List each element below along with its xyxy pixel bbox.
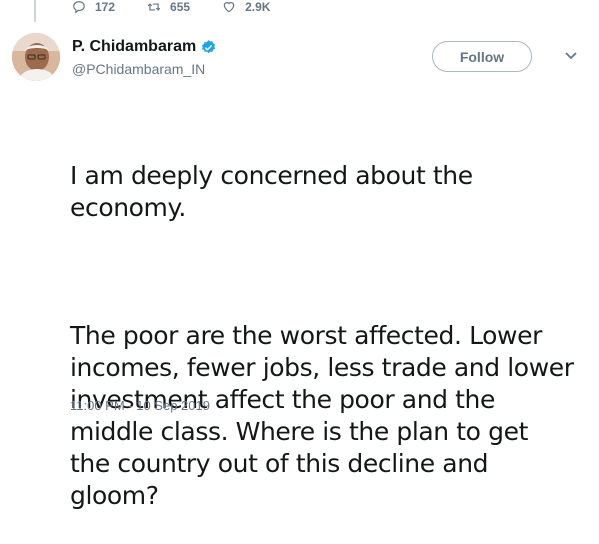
tweet-timestamp[interactable]: 11:00 PM - 10 Sep 2019 xyxy=(70,398,210,413)
retweet-action[interactable]: 655 xyxy=(147,0,190,14)
tweet-body: I am deeply concerned about the economy.… xyxy=(70,96,585,544)
heart-icon xyxy=(223,2,235,13)
tweet-paragraph: I am deeply concerned about the economy. xyxy=(70,161,473,222)
avatar-image xyxy=(12,33,60,81)
display-name-row: P. Chidambaram xyxy=(72,36,217,58)
verified-badge-icon xyxy=(202,39,216,53)
previous-tweet-actions: 172 655 2.9K xyxy=(72,0,302,14)
reply-icon xyxy=(73,1,85,14)
like-count: 2.9K xyxy=(245,0,271,14)
reply-count: 172 xyxy=(95,0,116,14)
display-name[interactable]: P. Chidambaram xyxy=(72,38,196,56)
follow-button[interactable]: Follow xyxy=(432,41,532,72)
retweet-icon xyxy=(147,3,161,11)
chevron-down-icon[interactable] xyxy=(563,50,579,62)
avatar[interactable] xyxy=(12,33,60,81)
user-handle[interactable]: @PChidambaram_IN xyxy=(72,61,217,77)
tweet-paragraph: The poor are the worst affected. Lower i… xyxy=(70,321,574,510)
like-action[interactable]: 2.9K xyxy=(222,0,270,14)
thread-connector-line xyxy=(34,0,36,22)
retweet-count: 655 xyxy=(170,0,191,14)
tweet-header: P. Chidambaram @PChidambaram_IN Follow xyxy=(12,33,579,83)
author-names: P. Chidambaram @PChidambaram_IN xyxy=(72,36,217,77)
reply-action[interactable]: 172 xyxy=(72,0,115,14)
